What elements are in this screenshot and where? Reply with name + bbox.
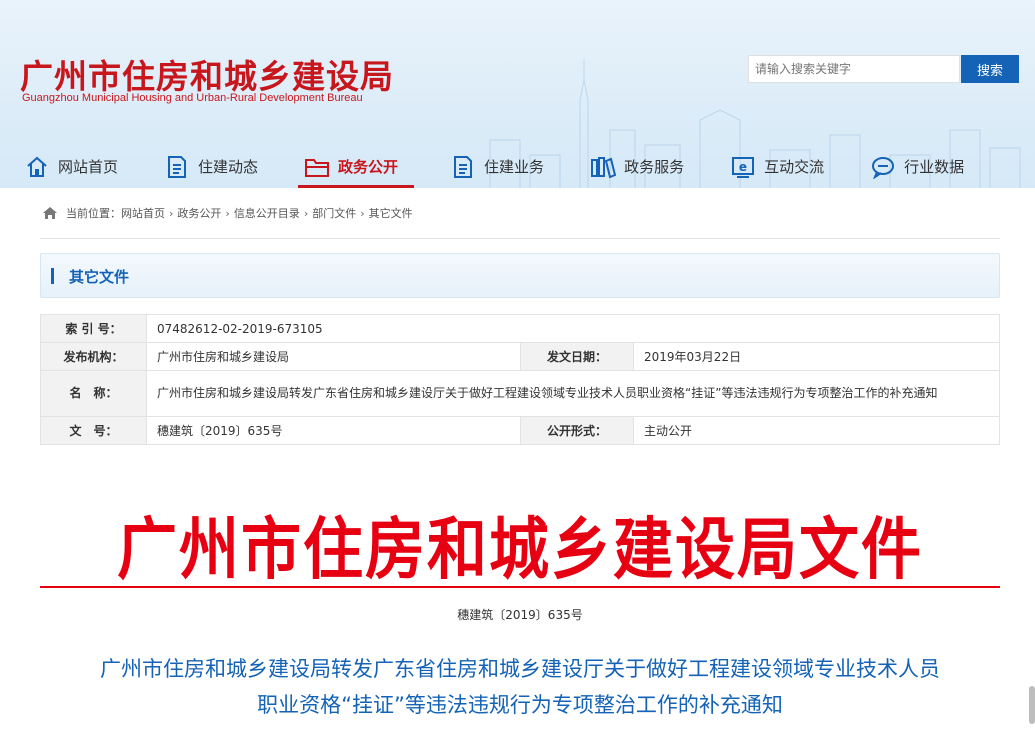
date-label: 发文日期：: [520, 342, 634, 371]
document-icon: [164, 154, 190, 180]
form-value: 主动公开: [633, 416, 1000, 445]
section-header: 其它文件: [40, 253, 1000, 298]
nav-item-gov-affairs[interactable]: 政务公开: [298, 145, 415, 188]
nav-label: 行业数据: [904, 158, 965, 176]
nav-label: 互动交流: [764, 158, 825, 176]
site-header: 广州市住房和城乡建设局 Guangzhou Municipal Housing …: [0, 0, 1035, 188]
section-marker: [51, 268, 54, 284]
breadcrumb-separator: ›: [225, 206, 230, 220]
nav-item-services[interactable]: 政务服务: [590, 145, 684, 188]
document-info-table: 索 引 号： 07482612-02-2019-673105 发布机构： 广州市…: [40, 314, 1000, 445]
document-title-line: 职业资格“挂证”等违法违规行为专项整治工作的补充通知: [257, 693, 783, 717]
breadcrumb-separator: ›: [169, 206, 174, 220]
document-title-line: 广州市住房和城乡建设局转发广东省住房和城乡建设厅关于做好工程建设领域专业技术人员: [100, 657, 940, 681]
breadcrumb: 当前位置： 网站首页 › 政务公开 › 信息公开目录 › 部门文件 › 其它文件: [42, 205, 413, 221]
docno-value: 穗建筑〔2019〕635号: [146, 416, 521, 445]
nav-item-business[interactable]: 住建业务: [450, 145, 544, 188]
books-icon: [590, 154, 617, 180]
e-icon: e: [730, 154, 756, 180]
breadcrumb-link[interactable]: 网站首页: [121, 205, 165, 221]
page-scrollbar[interactable]: [1029, 0, 1035, 734]
breadcrumb-prefix: 当前位置：: [66, 207, 121, 220]
main-nav: 网站首页 住建动态 政务公开 住建业务 政务服务 e 互动交流 行业数据: [0, 145, 1035, 188]
nav-item-news[interactable]: 住建动态: [164, 145, 258, 188]
nav-item-home[interactable]: 网站首页: [24, 145, 118, 188]
table-row: 名 称： 广州市住房和城乡建设局转发广东省住房和城乡建设厅关于做好工程建设领域专…: [40, 370, 1000, 417]
divider: [40, 238, 1000, 239]
home-icon: [24, 154, 50, 180]
site-logo-title[interactable]: 广州市住房和城乡建设局: [20, 50, 394, 98]
nav-label: 住建业务: [484, 158, 545, 176]
section-title: 其它文件: [69, 268, 130, 286]
svg-text:e: e: [739, 160, 747, 174]
breadcrumb-separator: ›: [303, 206, 309, 220]
home-icon: [42, 206, 58, 220]
form-label: 公开形式：: [520, 416, 634, 445]
table-row: 索 引 号： 07482612-02-2019-673105: [40, 314, 1000, 343]
breadcrumb-link[interactable]: 其它文件: [369, 205, 413, 221]
nav-label: 政务服务: [624, 158, 685, 176]
breadcrumb-link[interactable]: 部门文件: [312, 205, 356, 221]
main-content: 当前位置： 网站首页 › 政务公开 › 信息公开目录 › 部门文件 › 其它文件…: [20, 188, 1020, 734]
name-value: 广州市住房和城乡建设局转发广东省住房和城乡建设厅关于做好工程建设领域专业技术人员…: [146, 370, 1000, 417]
index-label: 索 引 号：: [40, 314, 147, 343]
search-button[interactable]: 搜索: [961, 55, 1019, 83]
search-input[interactable]: [748, 55, 960, 83]
red-divider: [40, 586, 1000, 588]
breadcrumb-link[interactable]: 信息公开目录: [234, 205, 300, 221]
document-red-heading: 广州市住房和城乡建设局文件: [117, 510, 923, 590]
publisher-value: 广州市住房和城乡建设局: [146, 342, 521, 371]
document-title: 广州市住房和城乡建设局转发广东省住房和城乡建设厅关于做好工程建设领域专业技术人员…: [35, 651, 1005, 723]
site-logo-subtitle: Guangzhou Municipal Housing and Urban-Ru…: [22, 92, 363, 104]
nav-label: 住建动态: [198, 158, 259, 176]
date-value: 2019年03月22日: [633, 342, 1000, 371]
nav-label: 政务公开: [338, 158, 399, 176]
publisher-label: 发布机构：: [40, 342, 147, 371]
name-label: 名 称：: [40, 370, 147, 417]
nav-item-industry-data[interactable]: 行业数据: [870, 145, 964, 188]
index-value: 07482612-02-2019-673105: [146, 314, 1000, 343]
folder-icon: [304, 154, 330, 180]
chat-icon: [870, 154, 896, 180]
scrollbar-thumb[interactable]: [1029, 686, 1035, 724]
breadcrumb-separator: ›: [360, 206, 365, 220]
table-row: 发布机构： 广州市住房和城乡建设局 发文日期： 2019年03月22日: [40, 342, 1000, 371]
document-icon: [450, 154, 476, 180]
breadcrumb-link[interactable]: 政务公开: [177, 205, 221, 221]
docno-label: 文 号：: [40, 416, 147, 445]
table-row: 文 号： 穗建筑〔2019〕635号 公开形式： 主动公开: [40, 416, 1000, 445]
document-number: 穗建筑〔2019〕635号: [457, 608, 583, 622]
nav-label: 网站首页: [58, 158, 119, 176]
nav-item-interaction[interactable]: e 互动交流: [730, 145, 824, 188]
